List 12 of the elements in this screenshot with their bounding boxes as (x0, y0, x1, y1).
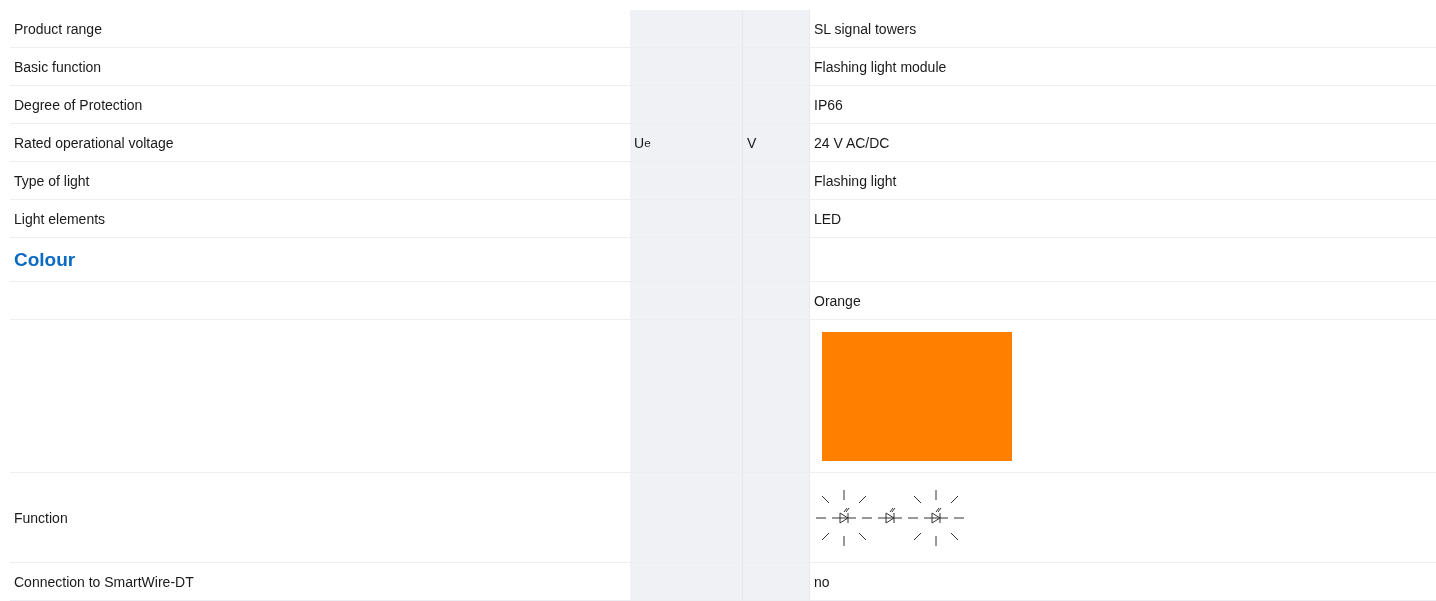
table-cell (743, 162, 810, 200)
flashing-led-icon (814, 487, 874, 548)
table-cell (743, 48, 810, 86)
table-cell (743, 282, 810, 320)
table-cell (743, 238, 810, 282)
section-heading: Colour (14, 248, 76, 271)
table-cell (743, 563, 810, 601)
table-cell (743, 10, 810, 48)
table-cell: V (743, 124, 810, 162)
table-cell (743, 200, 810, 238)
flashing-led-icon (906, 487, 966, 548)
table-cell (743, 86, 810, 124)
